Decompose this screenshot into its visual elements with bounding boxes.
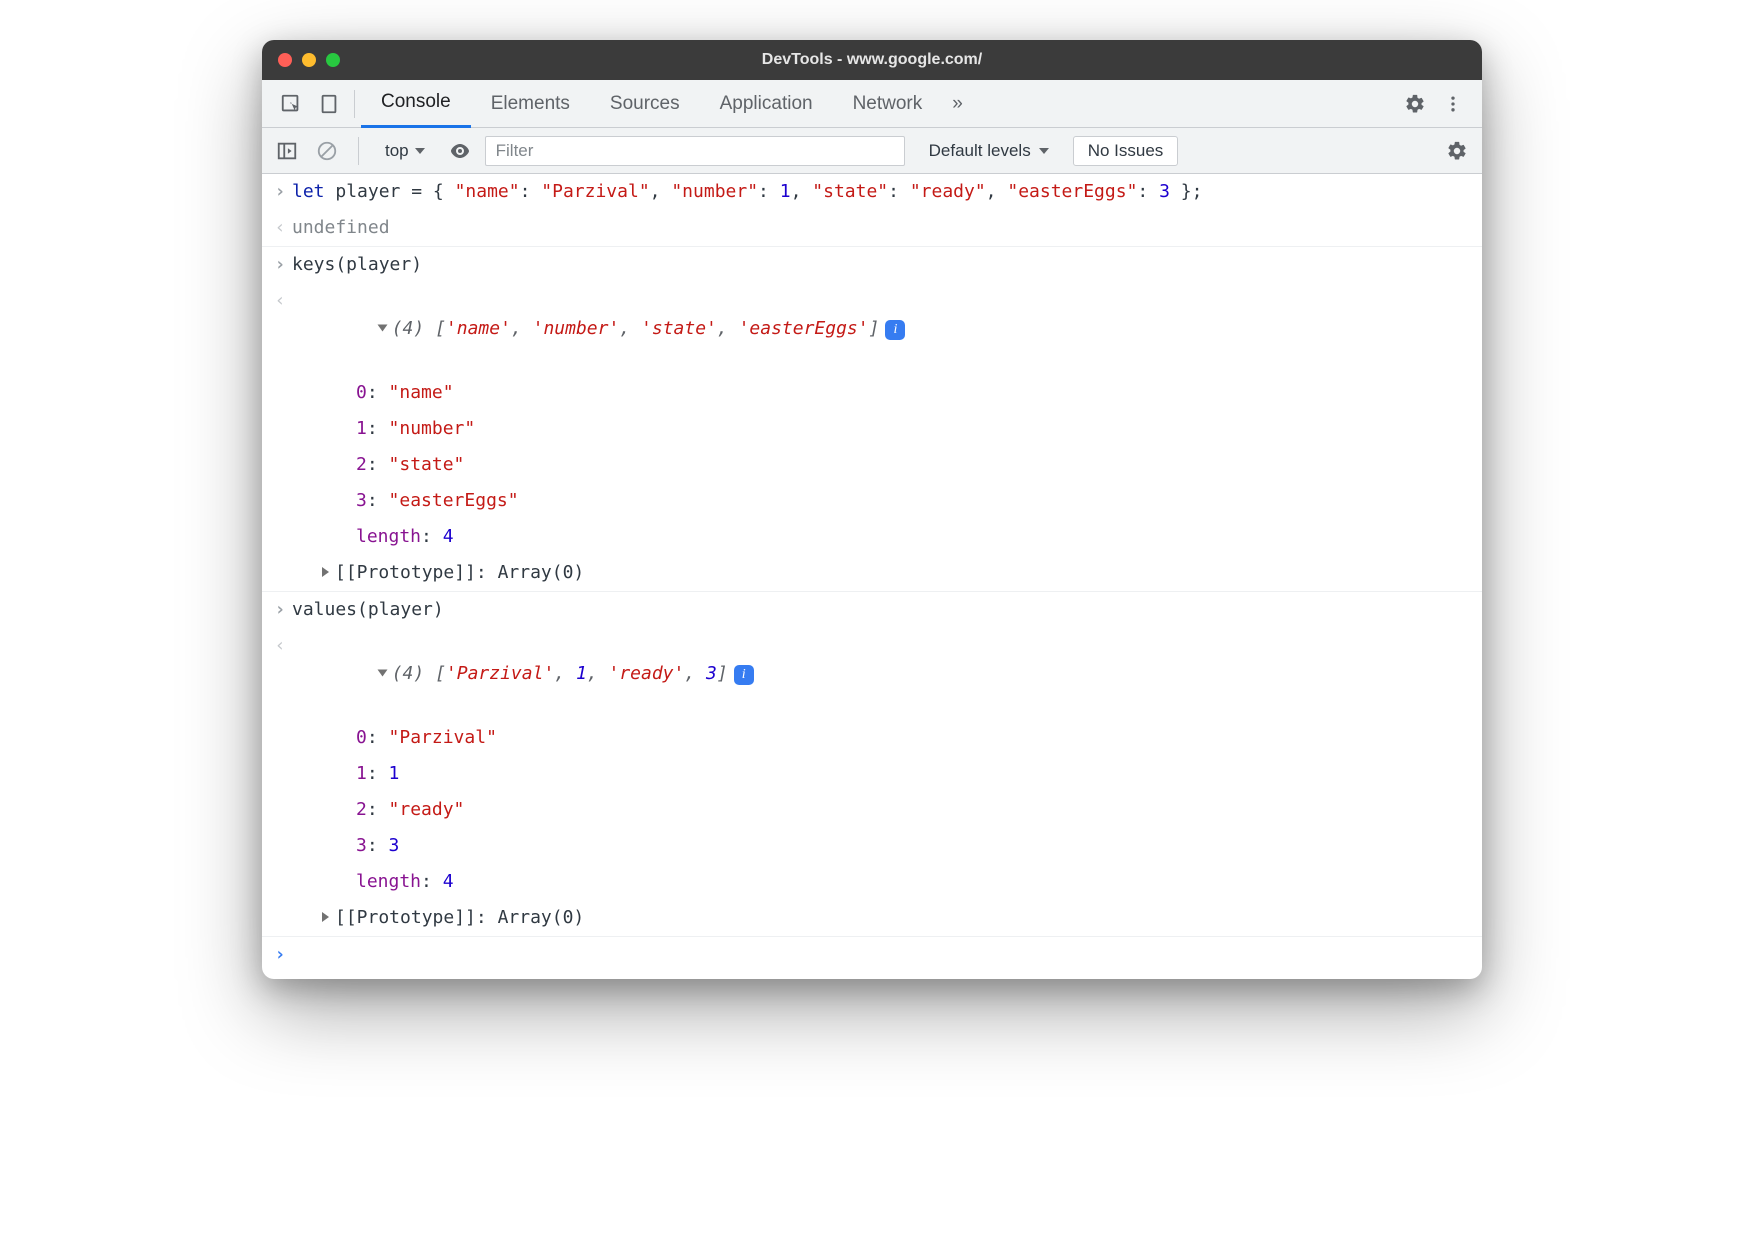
- info-icon[interactable]: i: [734, 665, 754, 685]
- item-value: 3: [389, 835, 400, 856]
- array-item-row: 2: "ready": [262, 792, 1482, 828]
- sidebar-toggle-icon[interactable]: [272, 136, 302, 166]
- levels-label: Default levels: [929, 141, 1031, 161]
- expand-toggle-icon[interactable]: [322, 567, 329, 577]
- array-summary[interactable]: (4) ['Parzival', 1, 'ready', 3] i: [292, 632, 1470, 716]
- context-selector[interactable]: top: [375, 136, 435, 166]
- summary-text: (4) ['Parzival', 1, 'ready', 3]: [392, 663, 728, 684]
- array-item-row: 0: "Parzival": [262, 720, 1482, 756]
- console-output-row: (4) ['name', 'number', 'state', 'easterE…: [262, 283, 1482, 375]
- code-line: let player = { "name": "Parzival", "numb…: [292, 178, 1470, 206]
- console-prompt[interactable]: [262, 937, 1482, 979]
- prototype-value: Array(0): [498, 907, 585, 928]
- clear-console-icon[interactable]: [312, 136, 342, 166]
- device-toggle-icon[interactable]: [310, 80, 348, 128]
- item-index: 1: [356, 763, 367, 784]
- expand-toggle-icon[interactable]: [377, 670, 387, 677]
- caret-down-icon: [415, 148, 425, 154]
- output-chevron-icon: [268, 287, 292, 315]
- prototype-key: [[Prototype]]: [335, 562, 476, 583]
- item-value: "easterEggs": [389, 490, 519, 511]
- issues-button[interactable]: No Issues: [1073, 136, 1179, 166]
- prototype-key: [[Prototype]]: [335, 907, 476, 928]
- gear-icon[interactable]: [1396, 80, 1434, 128]
- item-index: 0: [356, 382, 367, 403]
- item-value: "state": [389, 454, 465, 475]
- tab-application[interactable]: Application: [700, 80, 833, 128]
- length-key: length: [356, 871, 421, 892]
- traffic-lights: [278, 53, 340, 67]
- item-index: 2: [356, 799, 367, 820]
- console-input-row[interactable]: values(player): [262, 592, 1482, 628]
- prompt-chevron-icon: [268, 941, 292, 969]
- filter-input[interactable]: Filter: [485, 136, 905, 166]
- array-item-row: 1: "number": [262, 411, 1482, 447]
- console-toolbar: top Filter Default levels No Issues: [262, 128, 1482, 174]
- live-expression-icon[interactable]: [445, 136, 475, 166]
- summary-text: (4) ['name', 'number', 'state', 'easterE…: [392, 318, 880, 339]
- code-line: values(player): [292, 596, 1470, 624]
- length-value: 4: [443, 871, 454, 892]
- code-line: keys(player): [292, 251, 1470, 279]
- tab-divider: [354, 90, 355, 118]
- item-value: "ready": [389, 799, 465, 820]
- prototype-row[interactable]: [[Prototype]]: Array(0): [262, 900, 1482, 937]
- item-value: "number": [389, 418, 476, 439]
- item-value: 1: [389, 763, 400, 784]
- item-index: 3: [356, 490, 367, 511]
- input-chevron-icon: [268, 178, 292, 206]
- item-index: 1: [356, 418, 367, 439]
- output-chevron-icon: [268, 214, 292, 242]
- tab-console[interactable]: Console: [361, 80, 471, 128]
- window-titlebar: DevTools - www.google.com/: [262, 40, 1482, 80]
- input-chevron-icon: [268, 251, 292, 279]
- prototype-value: Array(0): [498, 562, 585, 583]
- length-key: length: [356, 526, 421, 547]
- inspect-icon[interactable]: [272, 80, 310, 128]
- tab-sources[interactable]: Sources: [590, 80, 700, 128]
- expand-toggle-icon[interactable]: [322, 912, 329, 922]
- array-length-row: length: 4: [262, 519, 1482, 555]
- context-label: top: [385, 141, 409, 161]
- item-index: 3: [356, 835, 367, 856]
- console-output-row: (4) ['Parzival', 1, 'ready', 3] i: [262, 628, 1482, 720]
- item-value: "name": [389, 382, 454, 403]
- result-undefined: undefined: [292, 214, 1470, 242]
- toolbar-divider: [358, 137, 359, 165]
- input-chevron-icon: [268, 596, 292, 624]
- more-tabs[interactable]: »: [942, 80, 973, 128]
- array-summary[interactable]: (4) ['name', 'number', 'state', 'easterE…: [292, 287, 1470, 371]
- array-length-row: length: 4: [262, 864, 1482, 900]
- info-icon[interactable]: i: [885, 320, 905, 340]
- panel-tabs: Console Elements Sources Application Net…: [262, 80, 1482, 128]
- devtools-window: DevTools - www.google.com/ Console Eleme…: [262, 40, 1482, 979]
- console-input-row[interactable]: let player = { "name": "Parzival", "numb…: [262, 174, 1482, 210]
- close-button[interactable]: [278, 53, 292, 67]
- log-levels-selector[interactable]: Default levels: [915, 141, 1063, 161]
- console-input-row[interactable]: keys(player): [262, 247, 1482, 283]
- array-item-row: 0: "name": [262, 375, 1482, 411]
- tab-network[interactable]: Network: [833, 80, 943, 128]
- filter-placeholder: Filter: [496, 141, 534, 161]
- item-index: 0: [356, 727, 367, 748]
- item-value: "Parzival": [389, 727, 497, 748]
- array-item-row: 1: 1: [262, 756, 1482, 792]
- console-output: let player = { "name": "Parzival", "numb…: [262, 174, 1482, 979]
- caret-down-icon: [1039, 148, 1049, 154]
- minimize-button[interactable]: [302, 53, 316, 67]
- window-title: DevTools - www.google.com/: [262, 51, 1482, 69]
- array-item-row: 2: "state": [262, 447, 1482, 483]
- output-chevron-icon: [268, 632, 292, 660]
- kebab-menu-icon[interactable]: [1434, 80, 1472, 128]
- console-settings-gear-icon[interactable]: [1442, 136, 1472, 166]
- array-item-row: 3: "easterEggs": [262, 483, 1482, 519]
- console-output-row: undefined: [262, 210, 1482, 247]
- zoom-button[interactable]: [326, 53, 340, 67]
- array-item-row: 3: 3: [262, 828, 1482, 864]
- prototype-row[interactable]: [[Prototype]]: Array(0): [262, 555, 1482, 592]
- item-index: 2: [356, 454, 367, 475]
- tab-elements[interactable]: Elements: [471, 80, 590, 128]
- length-value: 4: [443, 526, 454, 547]
- expand-toggle-icon[interactable]: [377, 325, 387, 332]
